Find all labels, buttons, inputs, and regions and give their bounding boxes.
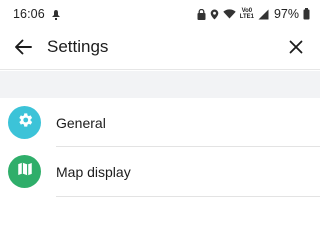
list-item-label: Map display xyxy=(56,164,131,180)
map-icon xyxy=(16,160,34,183)
app-bar: Settings xyxy=(0,28,320,70)
notification-icon xyxy=(51,8,61,20)
battery-percent: 97% xyxy=(273,7,299,21)
wifi-icon xyxy=(223,9,236,19)
list-item-label: General xyxy=(56,115,106,131)
lock-icon xyxy=(197,8,206,20)
arrow-left-icon xyxy=(14,39,32,60)
status-right: Vo0 LTE1 97% xyxy=(197,7,310,21)
map-display-icon-circle xyxy=(8,155,41,188)
status-time: 16:06 xyxy=(13,7,45,21)
section-separator xyxy=(0,71,320,98)
general-icon-circle xyxy=(8,106,41,139)
close-button[interactable] xyxy=(286,39,306,59)
settings-list: General Map display xyxy=(0,98,320,197)
close-icon xyxy=(289,40,303,59)
battery-icon xyxy=(303,8,310,20)
network-label-bottom: LTE1 xyxy=(239,14,254,20)
list-item-map-display[interactable]: Map display xyxy=(0,147,320,197)
location-icon xyxy=(210,9,219,20)
divider xyxy=(56,196,320,197)
back-button[interactable] xyxy=(12,39,34,59)
status-bar: 16:06 Vo0 LTE1 97% xyxy=(0,0,320,28)
page-title: Settings xyxy=(47,37,109,56)
list-item-general[interactable]: General xyxy=(0,98,320,147)
signal-icon xyxy=(258,9,269,20)
network-label: Vo0 LTE1 xyxy=(240,8,254,20)
gear-icon xyxy=(16,111,34,134)
